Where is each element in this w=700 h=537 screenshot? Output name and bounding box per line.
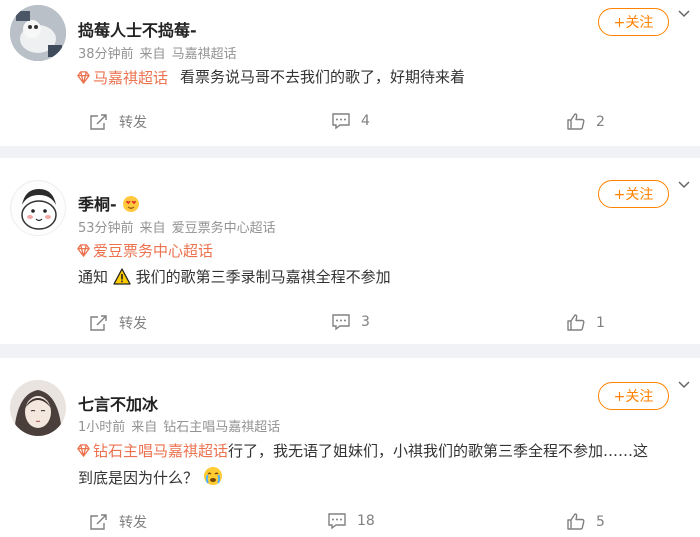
like-button[interactable]: 1 xyxy=(566,313,605,332)
comment-icon xyxy=(332,113,350,130)
repost-label: 转发 xyxy=(119,115,147,131)
comment-count: 3 xyxy=(361,314,370,330)
supertopic-icon xyxy=(77,244,90,257)
repost-icon xyxy=(90,514,107,530)
divider xyxy=(0,146,700,158)
comment-text-body: 我们的歌第三季录制马嘉祺全程不参加 xyxy=(135,268,391,286)
thumbs-up-icon xyxy=(567,513,585,530)
source-prefix: 来自 xyxy=(131,420,158,435)
comment-text-body-2: 到底是因为什么？ xyxy=(78,469,199,487)
comment-time: 1小时前 xyxy=(78,420,126,435)
username[interactable]: 捣莓人士不捣莓- xyxy=(78,17,197,41)
crying-emoji-icon xyxy=(203,467,222,485)
comment-text: 通知 我们的歌第三季录制马嘉祺全程不参加 xyxy=(78,264,680,291)
avatar[interactable] xyxy=(10,380,66,436)
chevron-down-icon[interactable] xyxy=(677,7,691,21)
comment-card: 七言不加冰 1小时前 来自 钻石主唱马嘉祺超话 钻石主唱马嘉祺超话行了，我无语了姐妹… xyxy=(0,358,700,537)
like-button[interactable]: 2 xyxy=(566,112,605,131)
repost-button[interactable]: 转发 xyxy=(89,313,147,333)
heart-eyes-emoji-icon xyxy=(123,196,140,212)
comment-text: 看票务说马哥不去我们的歌了，好期待来着 xyxy=(180,64,680,91)
repost-label: 转发 xyxy=(119,316,147,332)
avatar[interactable] xyxy=(10,180,66,236)
comment-time: 38分钟前 xyxy=(78,47,134,62)
topic-tag[interactable]: 爱豆票务中心超话 xyxy=(76,240,213,261)
username[interactable]: 季桐- xyxy=(78,191,140,215)
text-prefix: 通知 xyxy=(78,268,109,286)
comment-card: 季桐- 53分钟前 来自 爱豆票务中心超话 爱豆票务中心超话 通知 我们的歌第三季录… xyxy=(0,158,700,344)
follow-button[interactable]: +关注 xyxy=(598,180,669,208)
repost-button[interactable]: 转发 xyxy=(89,112,147,132)
like-count: 1 xyxy=(596,314,605,331)
comment-icon xyxy=(332,314,350,331)
comment-count: 18 xyxy=(357,513,375,529)
comment-button[interactable]: 3 xyxy=(331,313,370,331)
comment-meta: 1小时前 来自 钻石主唱马嘉祺超话 xyxy=(78,416,286,435)
comment-meta: 38分钟前 来自 马嘉祺超话 xyxy=(78,43,243,62)
comment-text: 钻石主唱马嘉祺超话行了，我无语了姐妹们，小祺我们的歌第三季全程不参加……这 到底… xyxy=(76,438,682,492)
chevron-down-icon[interactable] xyxy=(677,378,691,392)
source-prefix: 来自 xyxy=(139,47,166,62)
comment-button[interactable]: 4 xyxy=(331,112,370,130)
repost-button[interactable]: 转发 xyxy=(89,512,147,532)
username-text: 季桐- xyxy=(78,195,117,214)
topic-label: 爱豆票务中心超话 xyxy=(93,242,214,260)
thumbs-up-icon xyxy=(567,113,585,130)
comment-text-line: 到底是因为什么？ xyxy=(76,465,682,492)
chevron-down-icon[interactable] xyxy=(677,178,691,192)
comment-text-body: 行了，我无语了姐妹们，小祺我们的歌第三季全程不参加……这 xyxy=(228,442,649,460)
avatar[interactable] xyxy=(10,5,66,61)
comment-card: 捣莓人士不捣莓- 38分钟前 来自 马嘉祺超话 马嘉祺超话 看票务说马哥不去我们的歌… xyxy=(0,0,700,146)
avatar-image xyxy=(10,5,66,61)
like-count: 2 xyxy=(596,113,605,130)
avatar-image xyxy=(10,380,66,436)
topic-tag[interactable]: 马嘉祺超话 xyxy=(76,67,168,88)
comment-button[interactable]: 18 xyxy=(327,512,375,530)
avatar-image xyxy=(12,182,65,235)
comment-text-line: 钻石主唱马嘉祺超话行了，我无语了姐妹们，小祺我们的歌第三季全程不参加……这 xyxy=(76,438,682,465)
comment-count: 4 xyxy=(361,113,370,129)
source-link[interactable]: 钻石主唱马嘉祺超话 xyxy=(163,420,280,435)
repost-icon xyxy=(90,315,107,331)
warning-icon xyxy=(113,268,131,285)
follow-button[interactable]: +关注 xyxy=(598,8,669,36)
comment-icon xyxy=(328,513,346,530)
divider xyxy=(0,344,700,358)
source-prefix: 来自 xyxy=(139,221,166,236)
comment-time: 53分钟前 xyxy=(78,221,134,236)
source-link[interactable]: 马嘉祺超话 xyxy=(172,47,237,62)
comment-meta: 53分钟前 来自 爱豆票务中心超话 xyxy=(78,217,282,236)
comment-text-body: 看票务说马哥不去我们的歌了，好期待来着 xyxy=(180,68,466,86)
like-button[interactable]: 5 xyxy=(566,512,605,531)
username[interactable]: 七言不加冰 xyxy=(78,391,158,415)
thumbs-up-icon xyxy=(567,314,585,331)
topic-label: 马嘉祺超话 xyxy=(93,69,169,87)
like-count: 5 xyxy=(596,513,605,530)
repost-label: 转发 xyxy=(119,515,147,531)
follow-button[interactable]: +关注 xyxy=(598,382,669,410)
supertopic-icon xyxy=(77,71,90,84)
source-link[interactable]: 爱豆票务中心超话 xyxy=(172,221,276,236)
supertopic-icon xyxy=(77,444,90,457)
topic-label[interactable]: 钻石主唱马嘉祺超话 xyxy=(93,442,228,460)
repost-icon xyxy=(90,114,107,130)
